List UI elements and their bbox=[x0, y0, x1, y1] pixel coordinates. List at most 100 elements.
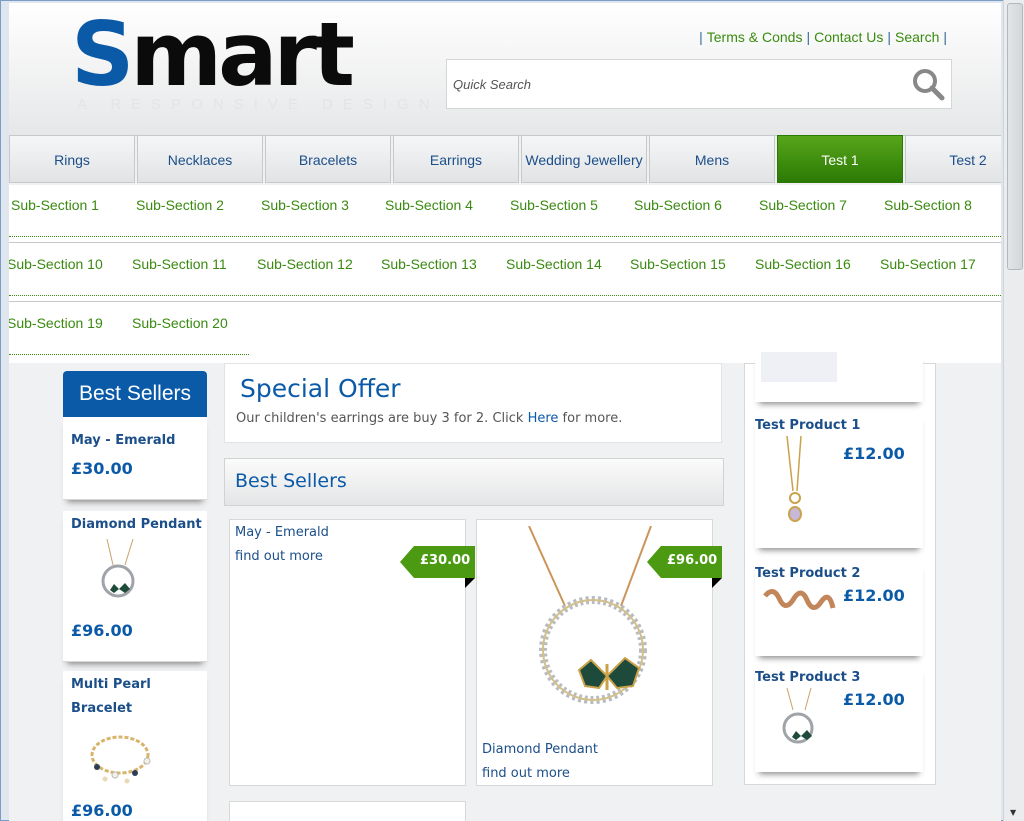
sub-section-link[interactable]: Sub-Section 4 bbox=[385, 197, 473, 213]
sub-section-link[interactable]: Sub-Section 12 bbox=[257, 256, 353, 272]
quick-search-input[interactable]: Quick Search bbox=[446, 59, 952, 109]
price-tag: £96.00 bbox=[647, 546, 722, 588]
search-link[interactable]: Search bbox=[895, 29, 939, 45]
sub-section-link[interactable]: Sub-Section 16 bbox=[755, 256, 851, 272]
best-sellers-bar: Best Sellers bbox=[224, 458, 724, 506]
divider bbox=[9, 301, 1001, 302]
product-name[interactable]: Test Product 3 bbox=[755, 670, 860, 685]
site-logo[interactable]: Smart bbox=[71, 3, 355, 106]
product-name[interactable]: Diamond Pendant bbox=[482, 742, 598, 757]
test-product-2-image[interactable] bbox=[761, 586, 837, 630]
product-name[interactable]: Diamond Pendant bbox=[71, 513, 202, 537]
top-links: | Terms & Conds | Contact Us | Search | bbox=[699, 29, 947, 45]
left-product-card[interactable]: May - Emerald £30.00 bbox=[63, 417, 207, 500]
right-product-column: Test Product 1 £12.00 Test Product 2 £12… bbox=[744, 352, 936, 785]
product-card-partial[interactable] bbox=[229, 801, 466, 821]
special-offer-text: Our children's earrings are buy 3 for 2.… bbox=[236, 411, 622, 426]
sub-section-link[interactable]: Sub-Section 7 bbox=[759, 197, 847, 213]
left-best-sellers-title: Best Sellers bbox=[63, 371, 207, 417]
divider bbox=[9, 295, 1001, 296]
sub-section-link[interactable]: Sub-Section 17 bbox=[880, 256, 976, 272]
special-offer-title: Special Offer bbox=[240, 374, 401, 403]
sub-section-link[interactable]: Sub-Section 2 bbox=[136, 197, 224, 213]
sub-section-link[interactable]: Sub-Section 10 bbox=[9, 256, 103, 272]
terms-link[interactable]: Terms & Conds bbox=[707, 29, 803, 45]
scroll-down-arrow-icon[interactable]: ▼ bbox=[1010, 808, 1016, 817]
best-sellers-title: Best Sellers bbox=[235, 470, 347, 492]
product-price: £12.00 bbox=[843, 444, 905, 463]
right-product-card[interactable]: Test Product 2 £12.00 bbox=[755, 560, 923, 656]
sub-section-link[interactable]: Sub-Section 8 bbox=[884, 197, 972, 213]
price-tag-fold bbox=[465, 578, 475, 588]
product-price: £30.00 bbox=[71, 459, 133, 478]
logo-tagline: A RESPONSIVE DESIGN bbox=[77, 96, 440, 113]
product-price: £12.00 bbox=[843, 690, 905, 709]
product-name[interactable]: Test Product 2 bbox=[755, 566, 860, 581]
site-header: Smart A RESPONSIVE DESIGN | Terms & Conds… bbox=[9, 3, 1001, 136]
left-product-card[interactable]: Diamond Pendant £96.00 bbox=[63, 511, 207, 662]
page: Smart A RESPONSIVE DESIGN | Terms & Conds… bbox=[9, 3, 1001, 821]
multi-pearl-bracelet-image[interactable] bbox=[85, 727, 155, 787]
offer-here-link[interactable]: Here bbox=[528, 411, 559, 426]
test-product-3-image[interactable] bbox=[775, 688, 821, 750]
right-product-card-partial[interactable] bbox=[755, 352, 923, 402]
product-name[interactable]: Test Product 1 bbox=[755, 418, 860, 433]
price-tag: £30.00 bbox=[400, 546, 475, 588]
product-name[interactable]: May - Emerald bbox=[71, 429, 175, 453]
find-out-more-link[interactable]: find out more bbox=[482, 766, 570, 781]
price-tag-text: £96.00 bbox=[667, 553, 718, 568]
logo-letter-s: S bbox=[71, 3, 134, 106]
logo-text: mart bbox=[130, 3, 355, 106]
nav-earrings[interactable]: Earrings bbox=[393, 135, 519, 183]
product-card-diamond-pendant[interactable]: Diamond Pendant find out more £96.00 bbox=[476, 519, 722, 786]
product-image-partial bbox=[761, 352, 837, 382]
divider bbox=[9, 242, 1001, 243]
right-product-card[interactable]: Test Product 1 £12.00 bbox=[755, 412, 923, 548]
sub-section-link[interactable]: Sub-Section 3 bbox=[261, 197, 349, 213]
sub-section-link[interactable]: Sub-Section 1 bbox=[11, 197, 99, 213]
product-name[interactable]: May - Emerald bbox=[235, 525, 329, 540]
sub-section-link[interactable]: Sub-Section 6 bbox=[634, 197, 722, 213]
special-offer-panel: Special Offer Our children's earrings ar… bbox=[224, 363, 722, 443]
vertical-scrollbar[interactable]: ▼ bbox=[1003, 0, 1024, 821]
offer-text-after: for more. bbox=[558, 411, 623, 426]
product-price: £12.00 bbox=[843, 586, 905, 605]
nav-bracelets[interactable]: Bracelets bbox=[265, 135, 391, 183]
sub-nav-dropdown: Sub-Section 1 Sub-Section 2 Sub-Section … bbox=[9, 185, 1001, 363]
sub-section-link[interactable]: Sub-Section 20 bbox=[132, 315, 228, 331]
sub-section-link[interactable]: Sub-Section 14 bbox=[506, 256, 602, 272]
nav-necklaces[interactable]: Necklaces bbox=[137, 135, 263, 183]
product-price: £96.00 bbox=[71, 621, 133, 640]
product-card-may-emerald[interactable]: May - Emerald find out more £30.00 bbox=[229, 519, 475, 786]
diamond-pendant-image[interactable] bbox=[93, 539, 143, 601]
product-name[interactable]: Multi Pearl bbox=[71, 673, 151, 697]
price-tag-fold bbox=[712, 578, 722, 588]
search-placeholder: Quick Search bbox=[453, 77, 532, 92]
nav-mens[interactable]: Mens bbox=[649, 135, 775, 183]
contact-link[interactable]: Contact Us bbox=[814, 29, 883, 45]
left-product-card[interactable]: Multi Pearl Bracelet £96.00 bbox=[63, 671, 207, 821]
right-product-card[interactable]: Test Product 3 £12.00 bbox=[755, 664, 923, 772]
sub-nav-row-2: Sub-Section 10 Sub-Section 11 Sub-Sectio… bbox=[9, 244, 1001, 302]
find-out-more-link[interactable]: find out more bbox=[235, 549, 323, 564]
offer-text-before: Our children's earrings are buy 3 for 2.… bbox=[236, 411, 528, 426]
product-price: £96.00 bbox=[71, 801, 133, 820]
nav-rings[interactable]: Rings bbox=[9, 135, 135, 183]
product-name-line-2[interactable]: Bracelet bbox=[71, 697, 132, 721]
nav-wedding-jewellery[interactable]: Wedding Jewellery bbox=[521, 135, 647, 183]
search-icon[interactable] bbox=[911, 67, 945, 101]
price-tag-text: £30.00 bbox=[420, 553, 471, 568]
main-nav: Rings Necklaces Bracelets Earrings Weddi… bbox=[9, 135, 1001, 185]
scrollbar-thumb[interactable] bbox=[1007, 3, 1023, 270]
nav-test-1[interactable]: Test 1 bbox=[777, 135, 903, 183]
nav-test-2[interactable]: Test 2 bbox=[905, 135, 1001, 183]
divider bbox=[9, 354, 249, 355]
sub-section-link[interactable]: Sub-Section 15 bbox=[630, 256, 726, 272]
sub-section-link[interactable]: Sub-Section 11 bbox=[132, 256, 227, 272]
sub-section-link[interactable]: Sub-Section 13 bbox=[381, 256, 477, 272]
left-best-sellers: Best Sellers May - Emerald £30.00 Diamon… bbox=[63, 371, 207, 821]
test-product-1-image[interactable] bbox=[781, 436, 811, 526]
sub-section-link[interactable]: Sub-Section 5 bbox=[510, 197, 598, 213]
sub-nav-row-1: Sub-Section 1 Sub-Section 2 Sub-Section … bbox=[9, 185, 1001, 243]
sub-section-link[interactable]: Sub-Section 19 bbox=[9, 315, 103, 331]
